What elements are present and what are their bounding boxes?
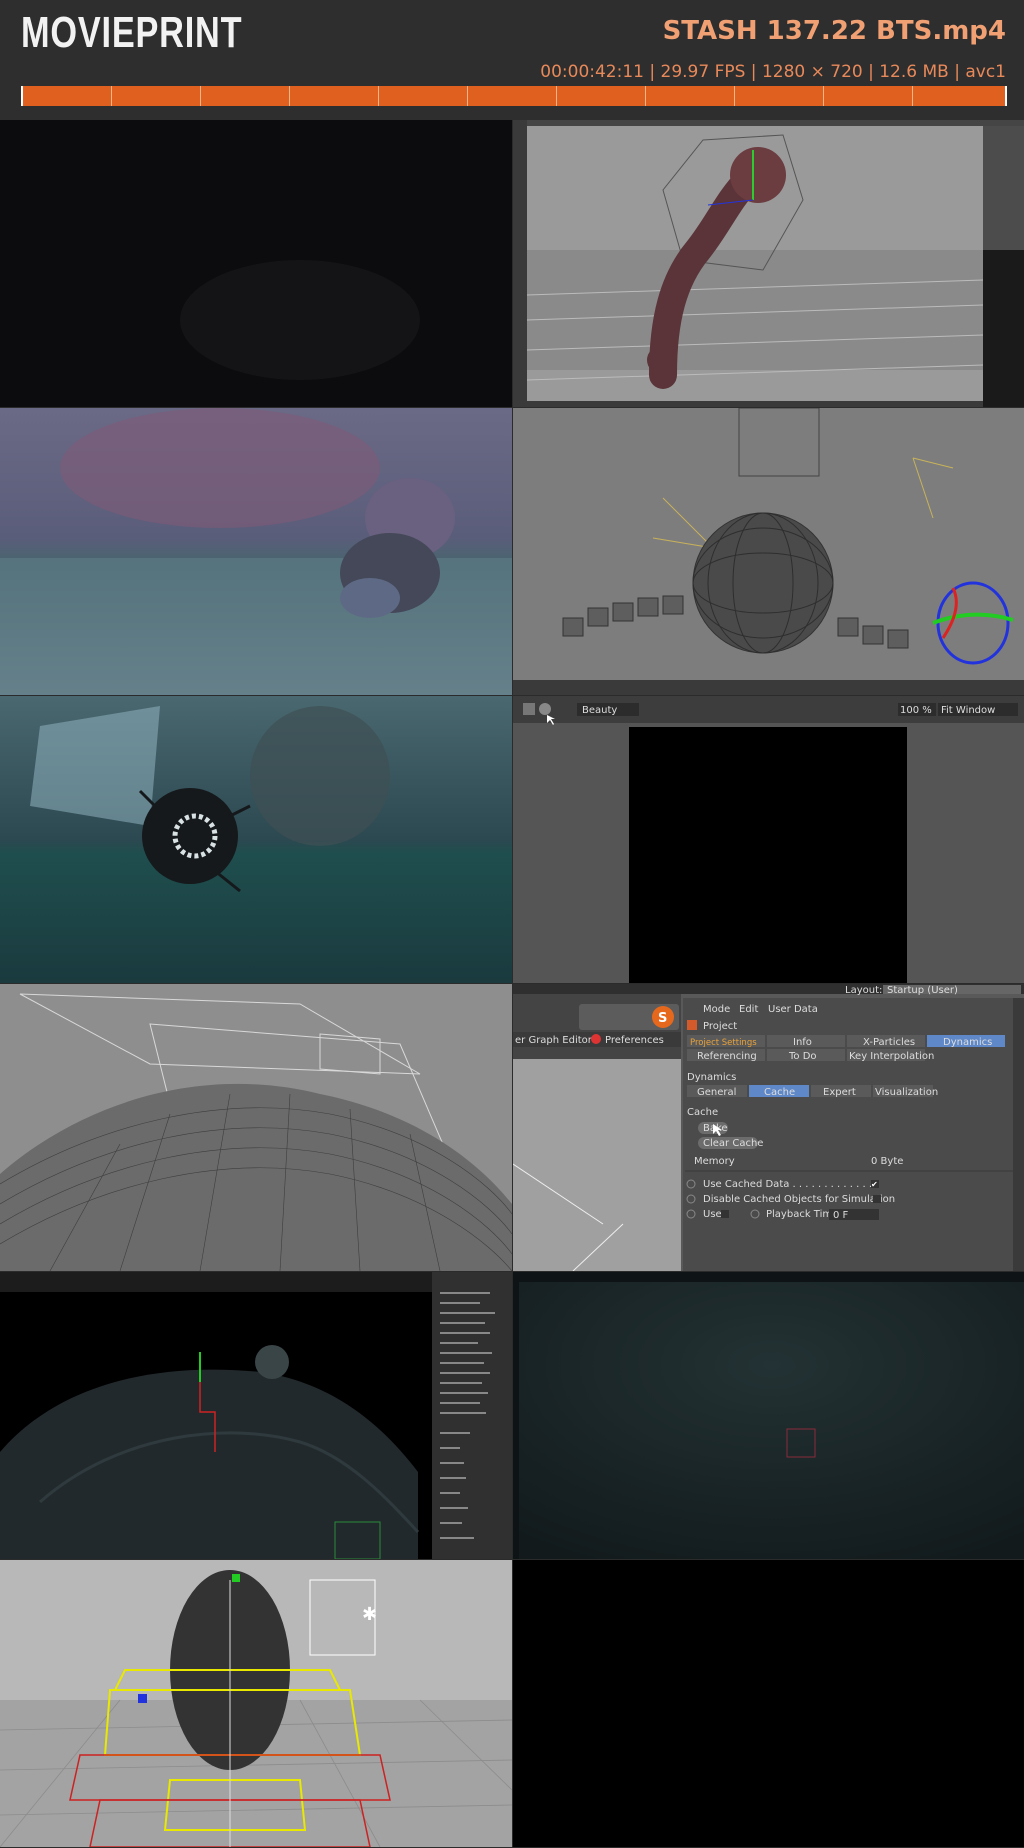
frame-6-thumbnail[interactable]: Beauty 100 % Fit Window — [513, 696, 1024, 983]
memory-label: Memory — [694, 1156, 735, 1167]
timeline-tick — [467, 86, 468, 106]
frame-2-thumbnail[interactable] — [513, 120, 1024, 407]
svg-text:S: S — [658, 1011, 667, 1026]
file-name: STASH 137.22 BTS.mp4 — [662, 16, 1006, 46]
frame-11-thumbnail[interactable]: ✱ — [0, 1560, 512, 1847]
option-use: Use — [703, 1209, 722, 1220]
tab-project-settings: Project Settings — [690, 1038, 757, 1048]
tab-x-particles: X-Particles — [863, 1037, 915, 1048]
tab-info: Info — [793, 1037, 812, 1048]
preferences-icon — [591, 1034, 601, 1044]
tab-referencing: Referencing — [697, 1051, 757, 1062]
timeline-tick — [111, 86, 112, 106]
option-disable-cached: Disable Cached Objects for Simulation — [703, 1194, 895, 1205]
timeline-tick — [823, 86, 824, 106]
option-use-cached-data: Use Cached Data . . . . . . . . . . . . … — [703, 1179, 872, 1190]
subtab-cache: Cache — [764, 1087, 795, 1098]
menu-user-data: User Data — [768, 1004, 818, 1015]
subtab-expert: Expert — [823, 1087, 856, 1098]
frame-4-thumbnail[interactable] — [513, 408, 1024, 695]
timeline-tick — [556, 86, 557, 106]
timeline-tick — [912, 86, 913, 106]
subtab-general: General — [697, 1087, 736, 1098]
subtab-visualization: Visualization — [875, 1087, 938, 1098]
frame-8-thumbnail[interactable]: Layout: Startup (User) S er Graph Editor… — [513, 984, 1024, 1271]
layout-select: Startup (User) — [887, 985, 958, 996]
frame-9-thumbnail[interactable] — [0, 1272, 512, 1559]
tab-to-do: To Do — [788, 1051, 817, 1062]
object-title: Project — [703, 1021, 737, 1032]
folder-icon — [523, 703, 535, 715]
fit-window-select: Fit Window — [941, 705, 995, 716]
timeline-tick — [645, 86, 646, 106]
tab-preferences: Preferences — [605, 1035, 664, 1046]
clear-cache-button: Clear Cache — [703, 1138, 763, 1149]
frame-5-thumbnail[interactable] — [0, 696, 512, 983]
tab-graph-editor: er Graph Editor — [515, 1035, 593, 1046]
playback-time-field: 0 F — [833, 1210, 849, 1221]
memory-value: 0 Byte — [871, 1156, 903, 1167]
timeline-bar[interactable] — [21, 86, 1007, 106]
frame-1-thumbnail[interactable] — [0, 120, 512, 407]
movieprint-header: MOVIEPRINT STASH 137.22 BTS.mp4 00:00:42… — [0, 0, 1024, 120]
playback-time-label: Playback Time — [766, 1209, 838, 1220]
file-meta: 00:00:42:11 | 29.97 FPS | 1280 × 720 | 1… — [540, 62, 1006, 82]
section-cache: Cache — [687, 1107, 718, 1118]
zoom-select: 100 % — [900, 705, 932, 716]
frame-7-thumbnail[interactable] — [0, 984, 512, 1271]
render-setting-select: Beauty — [582, 705, 617, 716]
timeline-tick — [378, 86, 379, 106]
layout-label: Layout: — [845, 985, 882, 996]
svg-text:✱: ✱ — [362, 1604, 377, 1625]
timeline-tick — [289, 86, 290, 106]
menu-edit: Edit — [739, 1004, 758, 1015]
section-dynamics: Dynamics — [687, 1072, 736, 1083]
timeline-tick — [200, 86, 201, 106]
frame-12-thumbnail — [513, 1560, 1024, 1847]
svg-text:✔: ✔ — [871, 1180, 878, 1189]
tab-dynamics: Dynamics — [943, 1037, 992, 1048]
thumbnail-grid: Beauty 100 % Fit Window Layout: Startup … — [0, 120, 1024, 1848]
menu-mode: Mode — [703, 1004, 730, 1015]
frame-10-thumbnail[interactable] — [513, 1272, 1024, 1559]
app-logo: MOVIEPRINT — [21, 8, 243, 57]
project-icon — [687, 1020, 697, 1030]
timeline-tick — [734, 86, 735, 106]
frame-3-thumbnail[interactable] — [0, 408, 512, 695]
tab-key-interpolation: Key Interpolation — [849, 1051, 934, 1062]
